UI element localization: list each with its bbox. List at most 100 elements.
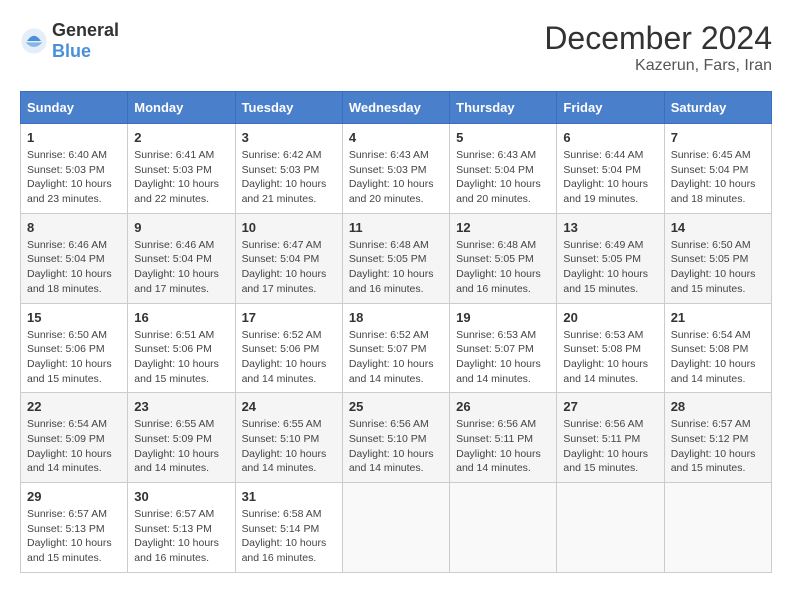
- day-number: 24: [242, 399, 336, 414]
- logo-icon: [20, 27, 48, 55]
- day-detail: Sunrise: 6:48 AMSunset: 5:05 PMDaylight:…: [456, 238, 550, 297]
- day-cell-22: 22 Sunrise: 6:54 AMSunset: 5:09 PMDayligh…: [21, 393, 128, 483]
- day-detail: Sunrise: 6:54 AMSunset: 5:09 PMDaylight:…: [27, 417, 121, 476]
- day-detail: Sunrise: 6:44 AMSunset: 5:04 PMDaylight:…: [563, 148, 657, 207]
- day-detail: Sunrise: 6:55 AMSunset: 5:09 PMDaylight:…: [134, 417, 228, 476]
- day-number: 9: [134, 220, 228, 235]
- empty-cell: [664, 483, 771, 573]
- day-cell-5: 5 Sunrise: 6:43 AMSunset: 5:04 PMDaylight…: [450, 124, 557, 214]
- day-number: 7: [671, 130, 765, 145]
- day-detail: Sunrise: 6:50 AMSunset: 5:05 PMDaylight:…: [671, 238, 765, 297]
- day-number: 21: [671, 310, 765, 325]
- header-friday: Friday: [557, 92, 664, 124]
- day-cell-23: 23 Sunrise: 6:55 AMSunset: 5:09 PMDayligh…: [128, 393, 235, 483]
- day-detail: Sunrise: 6:48 AMSunset: 5:05 PMDaylight:…: [349, 238, 443, 297]
- day-cell-24: 24 Sunrise: 6:55 AMSunset: 5:10 PMDayligh…: [235, 393, 342, 483]
- day-number: 8: [27, 220, 121, 235]
- day-cell-18: 18 Sunrise: 6:52 AMSunset: 5:07 PMDayligh…: [342, 303, 449, 393]
- day-cell-7: 7 Sunrise: 6:45 AMSunset: 5:04 PMDaylight…: [664, 124, 771, 214]
- day-number: 11: [349, 220, 443, 235]
- day-number: 5: [456, 130, 550, 145]
- day-number: 29: [27, 489, 121, 504]
- logo-text: General Blue: [52, 20, 119, 62]
- day-detail: Sunrise: 6:56 AMSunset: 5:10 PMDaylight:…: [349, 417, 443, 476]
- header-monday: Monday: [128, 92, 235, 124]
- day-number: 2: [134, 130, 228, 145]
- day-detail: Sunrise: 6:43 AMSunset: 5:04 PMDaylight:…: [456, 148, 550, 207]
- day-detail: Sunrise: 6:52 AMSunset: 5:07 PMDaylight:…: [349, 328, 443, 387]
- day-detail: Sunrise: 6:56 AMSunset: 5:11 PMDaylight:…: [563, 417, 657, 476]
- header-tuesday: Tuesday: [235, 92, 342, 124]
- logo: General Blue: [20, 20, 119, 62]
- day-cell-28: 28Sunrise: 6:57 AMSunset: 5:12 PMDayligh…: [664, 393, 771, 483]
- day-cell-4: 4 Sunrise: 6:43 AMSunset: 5:03 PMDaylight…: [342, 124, 449, 214]
- day-detail: Sunrise: 6:46 AMSunset: 5:04 PMDaylight:…: [134, 238, 228, 297]
- day-cell-17: 17Sunrise: 6:52 AMSunset: 5:06 PMDayligh…: [235, 303, 342, 393]
- header-wednesday: Wednesday: [342, 92, 449, 124]
- day-detail: Sunrise: 6:42 AMSunset: 5:03 PMDaylight:…: [242, 148, 336, 207]
- day-number: 20: [563, 310, 657, 325]
- day-cell-9: 9 Sunrise: 6:46 AMSunset: 5:04 PMDaylight…: [128, 213, 235, 303]
- day-cell-30: 30Sunrise: 6:57 AMSunset: 5:13 PMDayligh…: [128, 483, 235, 573]
- week-row-2: 8 Sunrise: 6:46 AMSunset: 5:04 PMDaylight…: [21, 213, 772, 303]
- calendar-table: SundayMondayTuesdayWednesdayThursdayFrid…: [20, 91, 772, 573]
- day-detail: Sunrise: 6:43 AMSunset: 5:03 PMDaylight:…: [349, 148, 443, 207]
- day-detail: Sunrise: 6:52 AMSunset: 5:06 PMDaylight:…: [242, 328, 336, 387]
- day-cell-2: 2 Sunrise: 6:41 AMSunset: 5:03 PMDaylight…: [128, 124, 235, 214]
- day-detail: Sunrise: 6:57 AMSunset: 5:13 PMDaylight:…: [134, 507, 228, 566]
- day-detail: Sunrise: 6:45 AMSunset: 5:04 PMDaylight:…: [671, 148, 765, 207]
- day-number: 14: [671, 220, 765, 235]
- logo-blue: Blue: [52, 41, 91, 61]
- day-cell-27: 27Sunrise: 6:56 AMSunset: 5:11 PMDayligh…: [557, 393, 664, 483]
- day-cell-6: 6Sunrise: 6:44 AMSunset: 5:04 PMDaylight…: [557, 124, 664, 214]
- day-number: 10: [242, 220, 336, 235]
- day-cell-31: 31 Sunrise: 6:58 AMSunset: 5:14 PMDayligh…: [235, 483, 342, 573]
- day-detail: Sunrise: 6:57 AMSunset: 5:13 PMDaylight:…: [27, 507, 121, 566]
- day-cell-29: 29 Sunrise: 6:57 AMSunset: 5:13 PMDayligh…: [21, 483, 128, 573]
- day-number: 18: [349, 310, 443, 325]
- day-cell-1: 1Sunrise: 6:40 AMSunset: 5:03 PMDaylight…: [21, 124, 128, 214]
- day-number: 4: [349, 130, 443, 145]
- empty-cell: [342, 483, 449, 573]
- day-number: 25: [349, 399, 443, 414]
- day-number: 19: [456, 310, 550, 325]
- day-number: 26: [456, 399, 550, 414]
- empty-cell: [450, 483, 557, 573]
- day-detail: Sunrise: 6:51 AMSunset: 5:06 PMDaylight:…: [134, 328, 228, 387]
- day-detail: Sunrise: 6:58 AMSunset: 5:14 PMDaylight:…: [242, 507, 336, 566]
- calendar-header-row: SundayMondayTuesdayWednesdayThursdayFrid…: [21, 92, 772, 124]
- day-detail: Sunrise: 6:40 AMSunset: 5:03 PMDaylight:…: [27, 148, 121, 207]
- day-number: 16: [134, 310, 228, 325]
- day-number: 3: [242, 130, 336, 145]
- day-detail: Sunrise: 6:46 AMSunset: 5:04 PMDaylight:…: [27, 238, 121, 297]
- day-cell-12: 12 Sunrise: 6:48 AMSunset: 5:05 PMDayligh…: [450, 213, 557, 303]
- day-detail: Sunrise: 6:54 AMSunset: 5:08 PMDaylight:…: [671, 328, 765, 387]
- week-row-4: 22 Sunrise: 6:54 AMSunset: 5:09 PMDayligh…: [21, 393, 772, 483]
- day-number: 31: [242, 489, 336, 504]
- page-header: General Blue December 2024 Kazerun, Fars…: [20, 20, 772, 75]
- header-thursday: Thursday: [450, 92, 557, 124]
- day-cell-11: 11 Sunrise: 6:48 AMSunset: 5:05 PMDayligh…: [342, 213, 449, 303]
- week-row-3: 15Sunrise: 6:50 AMSunset: 5:06 PMDayligh…: [21, 303, 772, 393]
- logo-general: General: [52, 20, 119, 40]
- day-number: 13: [563, 220, 657, 235]
- header-sunday: Sunday: [21, 92, 128, 124]
- day-cell-15: 15Sunrise: 6:50 AMSunset: 5:06 PMDayligh…: [21, 303, 128, 393]
- day-cell-26: 26Sunrise: 6:56 AMSunset: 5:11 PMDayligh…: [450, 393, 557, 483]
- day-cell-10: 10 Sunrise: 6:47 AMSunset: 5:04 PMDayligh…: [235, 213, 342, 303]
- location-title: Kazerun, Fars, Iran: [544, 57, 772, 75]
- day-number: 23: [134, 399, 228, 414]
- day-cell-8: 8 Sunrise: 6:46 AMSunset: 5:04 PMDaylight…: [21, 213, 128, 303]
- month-title: December 2024: [544, 20, 772, 57]
- day-detail: Sunrise: 6:47 AMSunset: 5:04 PMDaylight:…: [242, 238, 336, 297]
- day-cell-16: 16 Sunrise: 6:51 AMSunset: 5:06 PMDayligh…: [128, 303, 235, 393]
- day-number: 22: [27, 399, 121, 414]
- day-detail: Sunrise: 6:57 AMSunset: 5:12 PMDaylight:…: [671, 417, 765, 476]
- day-detail: Sunrise: 6:41 AMSunset: 5:03 PMDaylight:…: [134, 148, 228, 207]
- week-row-5: 29 Sunrise: 6:57 AMSunset: 5:13 PMDayligh…: [21, 483, 772, 573]
- day-cell-21: 21 Sunrise: 6:54 AMSunset: 5:08 PMDayligh…: [664, 303, 771, 393]
- day-detail: Sunrise: 6:53 AMSunset: 5:07 PMDaylight:…: [456, 328, 550, 387]
- day-number: 15: [27, 310, 121, 325]
- day-number: 12: [456, 220, 550, 235]
- day-detail: Sunrise: 6:55 AMSunset: 5:10 PMDaylight:…: [242, 417, 336, 476]
